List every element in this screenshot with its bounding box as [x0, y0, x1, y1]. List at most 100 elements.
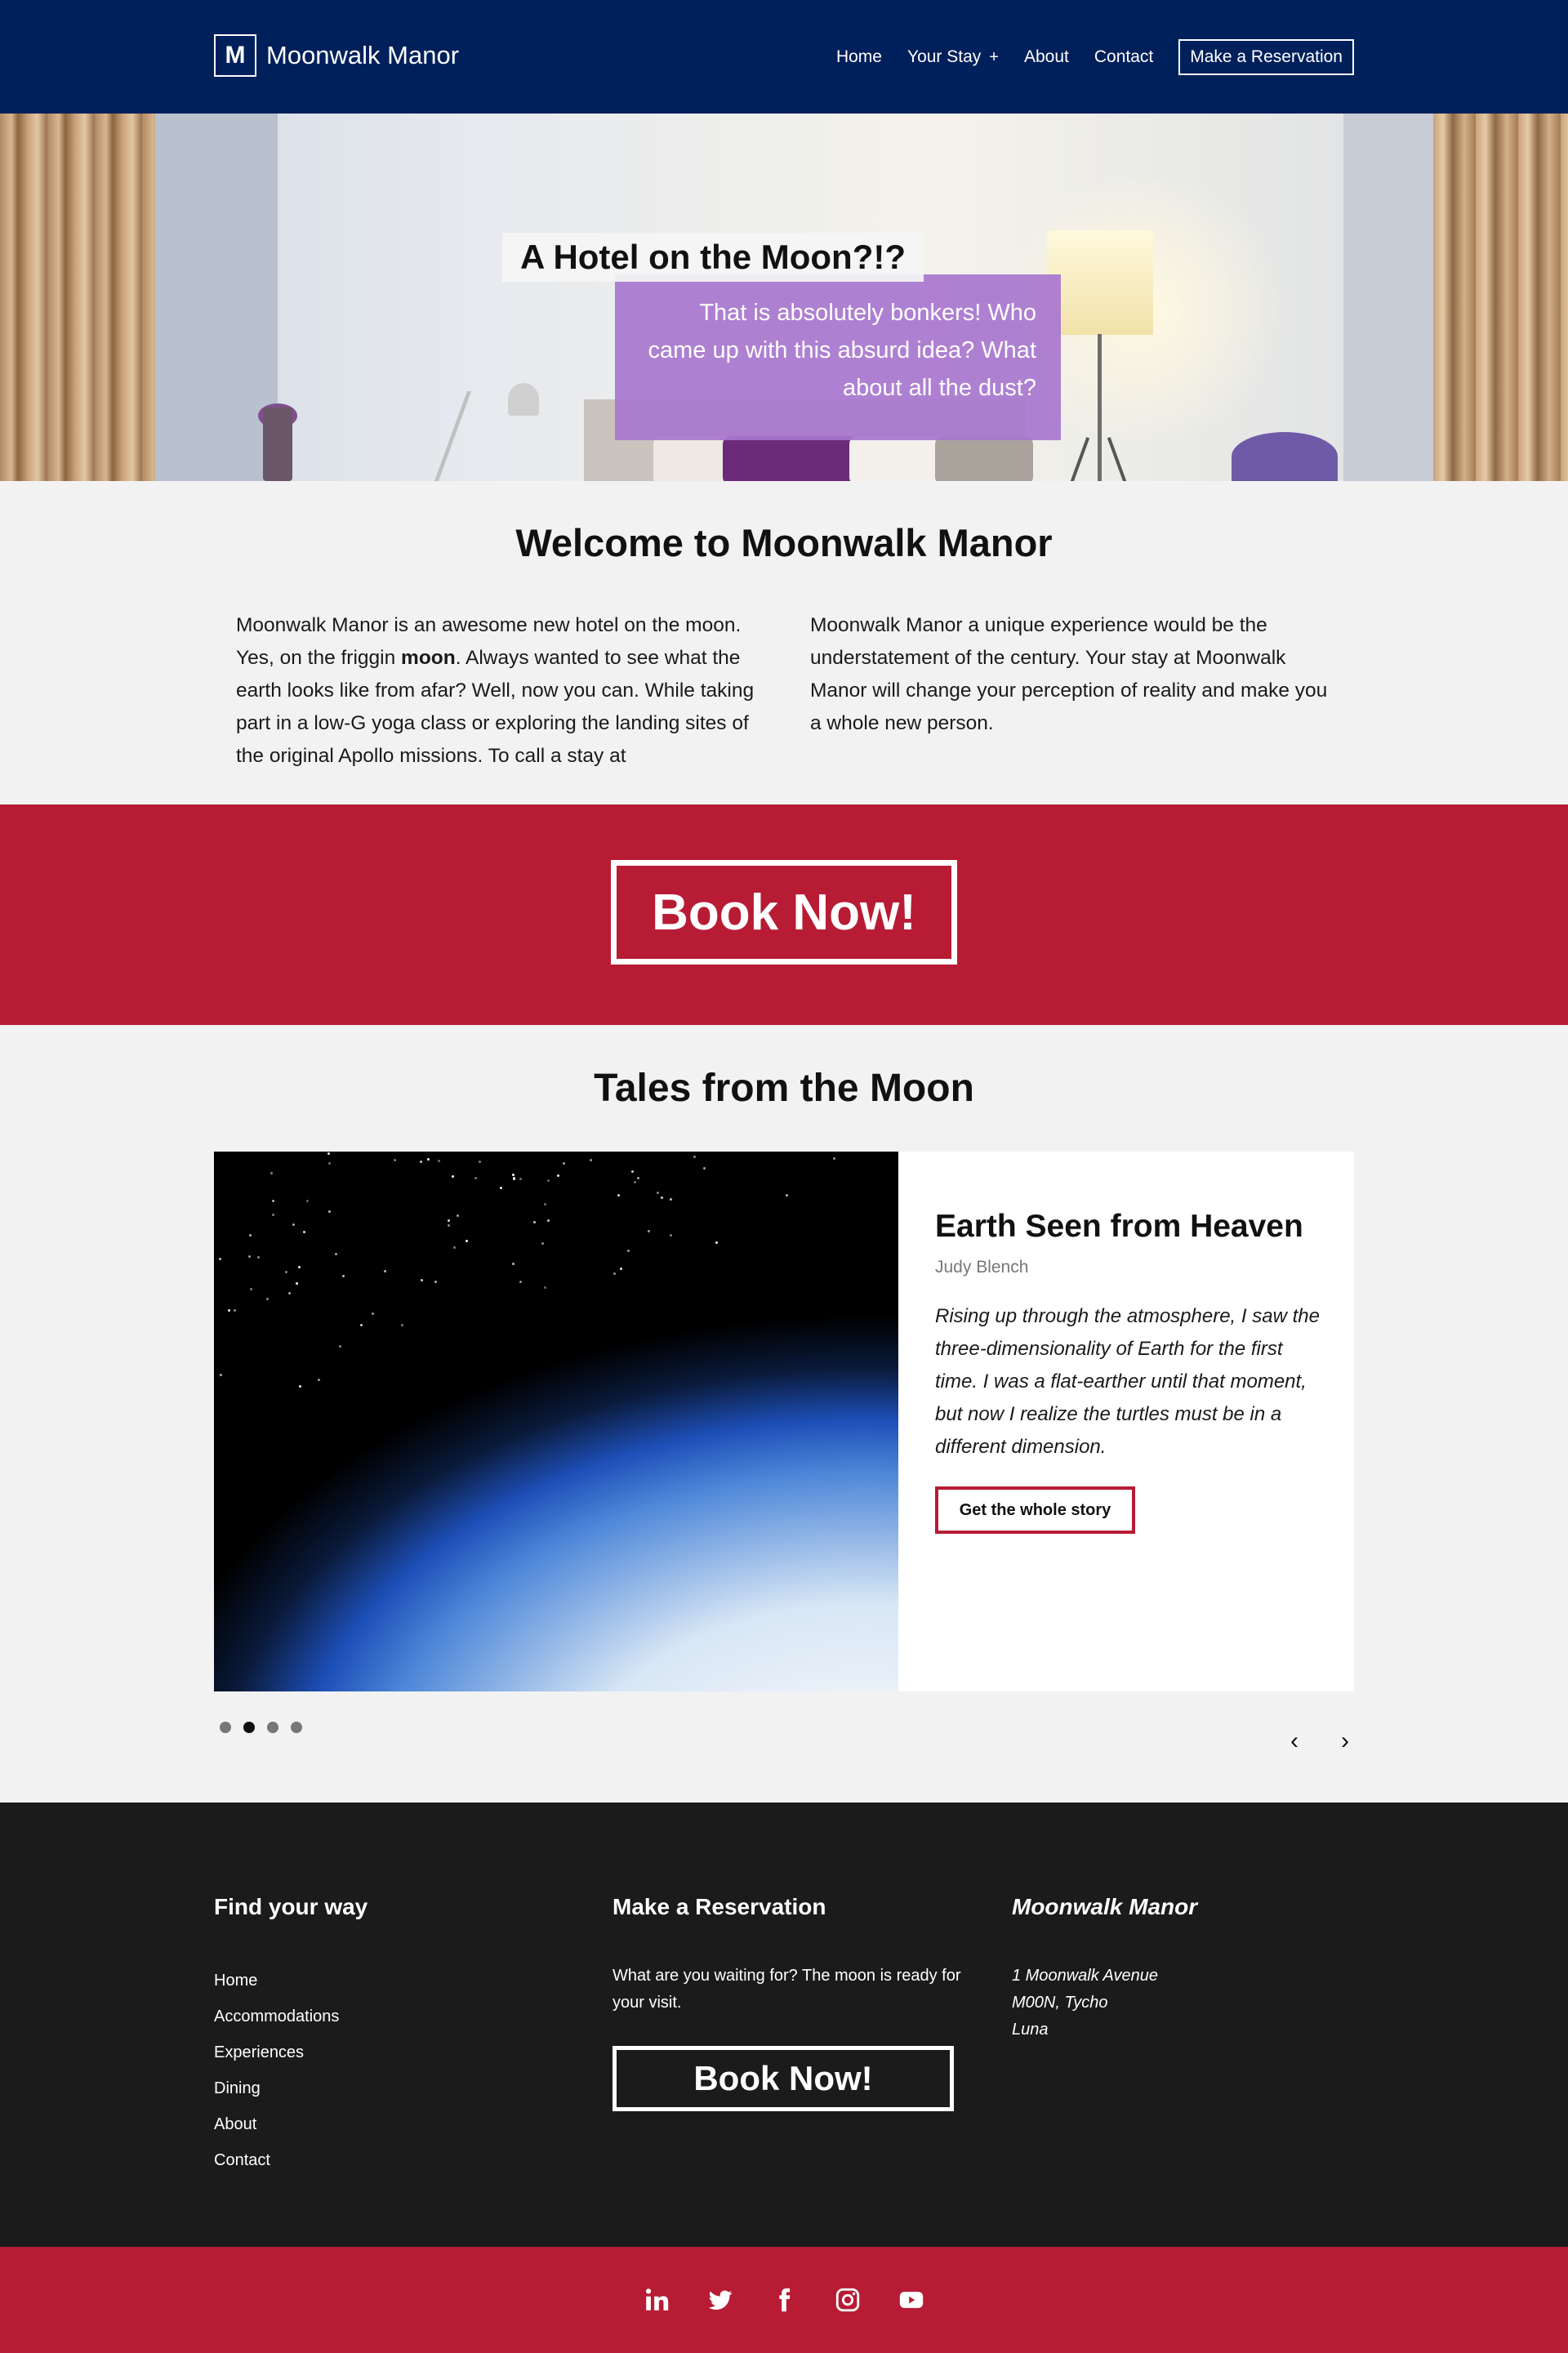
footer-book-now-button[interactable]: Book Now! [612, 2046, 954, 2111]
hero-banner: That is absolutely bonkers! Who came up … [0, 114, 1568, 481]
star [448, 1219, 451, 1223]
hero-image-pillow [849, 436, 947, 481]
footer-link-experiences[interactable]: Experiences [214, 2034, 368, 2070]
star [287, 1292, 291, 1295]
nav-your-stay[interactable]: Your Stay + [907, 47, 999, 67]
hero-image-curtain [1433, 114, 1568, 481]
star [693, 1155, 696, 1158]
footer-book-now-label: Book Now! [693, 2059, 873, 2097]
star [833, 1156, 836, 1160]
star [669, 1197, 672, 1201]
star [669, 1234, 672, 1237]
star [474, 1177, 477, 1180]
hero-image-lamp-stand [1098, 334, 1102, 481]
star [613, 1272, 617, 1275]
book-now-label: Book Now! [652, 884, 916, 941]
footer-link-home[interactable]: Home [214, 1963, 368, 1999]
address-line: M00N, Tycho [1012, 1994, 1108, 2012]
star [456, 1214, 459, 1218]
hero-title: A Hotel on the Moon?!? [520, 238, 906, 276]
carousel-prev-arrow-icon[interactable]: ‹ [1290, 1727, 1298, 1755]
star [452, 1246, 456, 1249]
hero-image-wall [155, 114, 278, 481]
star [634, 1180, 637, 1183]
book-now-button-inner: Book Now! [623, 871, 945, 953]
instagram-icon[interactable] [832, 2284, 863, 2315]
star [715, 1241, 719, 1244]
footer-link-accommodations[interactable]: Accommodations [214, 1999, 368, 2034]
star [636, 1177, 639, 1180]
star [519, 1281, 523, 1284]
star [451, 1174, 454, 1178]
star [511, 1262, 514, 1265]
nav-home[interactable]: Home [836, 47, 882, 67]
nav-about-label: About [1023, 47, 1069, 66]
star [703, 1166, 706, 1170]
footer-link-contact[interactable]: Contact [214, 2142, 368, 2178]
star [626, 1250, 630, 1253]
hero-image-floor-lamp [1047, 230, 1153, 335]
star [434, 1280, 437, 1283]
nav-home-label: Home [835, 47, 882, 66]
star [285, 1270, 288, 1273]
carousel-dots [220, 1722, 314, 1733]
star [499, 1187, 502, 1190]
footer-col-reservation: Make a Reservation What are you waiting … [612, 1894, 964, 2017]
hero-image-lamp-leg [1069, 437, 1090, 481]
footer-col-find-your-way: Find your way Home Accommodations Experi… [214, 1894, 368, 2178]
star [427, 1157, 430, 1161]
star [519, 1178, 522, 1181]
star [532, 1220, 536, 1223]
hero-image-pillow [935, 436, 1033, 481]
linkedin-icon[interactable] [641, 2284, 672, 2315]
story-card: Earth Seen from Heaven Judy Blench Risin… [898, 1152, 1354, 1691]
star [327, 1210, 331, 1214]
star [234, 1309, 237, 1312]
star [296, 1281, 299, 1285]
star [327, 1152, 330, 1156]
star [292, 1223, 295, 1226]
plus-icon: + [989, 47, 999, 66]
star [249, 1233, 252, 1237]
book-now-button[interactable]: Book Now! [611, 860, 957, 965]
nav-about[interactable]: About [1024, 47, 1069, 67]
star [272, 1213, 275, 1216]
footer-link-dining[interactable]: Dining [214, 2070, 368, 2106]
star [660, 1197, 663, 1200]
facebook-icon[interactable] [768, 2284, 800, 2315]
star [384, 1269, 387, 1272]
star [785, 1194, 788, 1197]
star [656, 1191, 659, 1194]
star [630, 1170, 634, 1173]
star [546, 1179, 550, 1182]
footer-link-about[interactable]: About [214, 2106, 368, 2142]
nav-contact[interactable]: Contact [1094, 47, 1153, 67]
star [271, 1199, 274, 1202]
story-excerpt: Rising up through the atmosphere, I saw … [935, 1305, 1320, 1458]
carousel-dot[interactable] [243, 1722, 255, 1733]
make-reservation-button[interactable]: Make a Reservation [1178, 39, 1354, 75]
carousel-dot[interactable] [267, 1722, 278, 1733]
star [478, 1161, 481, 1164]
star [303, 1231, 306, 1234]
star [512, 1174, 515, 1177]
get-whole-story-button[interactable]: Get the whole story [935, 1486, 1135, 1534]
hero-image-lamp-leg [1107, 437, 1128, 481]
site-logo[interactable]: M Moonwalk Manor [214, 34, 459, 77]
carousel-next-arrow-icon[interactable]: › [1341, 1727, 1349, 1755]
carousel-dot[interactable] [291, 1722, 302, 1733]
twitter-icon[interactable] [705, 2284, 736, 2315]
hero-image-wall [1343, 114, 1433, 481]
site-name: Moonwalk Manor [266, 41, 460, 69]
footer-col-address: Moonwalk Manor 1 Moonwalk Avenue M00N, T… [1012, 1894, 1197, 2043]
footer-heading: Moonwalk Manor [1012, 1894, 1198, 1919]
footer-reservation-text: What are you waiting for? The moon is re… [612, 1967, 961, 2012]
carousel-dot[interactable] [220, 1722, 231, 1733]
hero-image-curtain [0, 114, 155, 481]
youtube-icon[interactable] [896, 2284, 927, 2315]
star [438, 1159, 441, 1162]
hero-image-desk-lamp-head [508, 383, 539, 416]
address-line: 1 Moonwalk Avenue [1012, 1967, 1159, 1985]
star [547, 1219, 550, 1222]
star [318, 1379, 321, 1382]
